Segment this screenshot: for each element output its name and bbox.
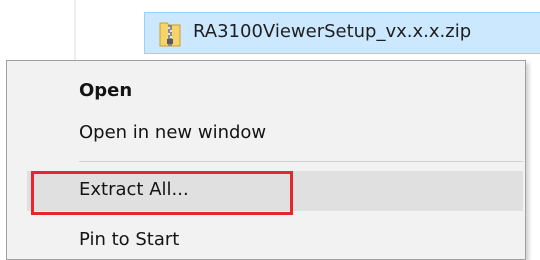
menu-item-label: Pin to Start bbox=[79, 229, 180, 250]
zip-folder-icon bbox=[159, 20, 181, 47]
context-menu: Open Open in new window Extract All... P… bbox=[6, 60, 526, 260]
menu-item-pin-to-start[interactable]: Pin to Start bbox=[7, 221, 525, 251]
menu-separator bbox=[79, 161, 523, 162]
menu-item-open[interactable]: Open bbox=[7, 73, 525, 111]
annotation-highlight-box bbox=[31, 171, 293, 215]
menu-item-open-in-new-window[interactable]: Open in new window bbox=[7, 115, 525, 153]
file-name: RA3100ViewerSetup_vx.x.x.zip bbox=[193, 21, 472, 42]
menu-item-label: Open in new window bbox=[79, 122, 267, 143]
menu-item-label: Open bbox=[79, 80, 133, 101]
zip-file-item[interactable]: RA3100ViewerSetup_vx.x.x.zip bbox=[144, 12, 540, 54]
